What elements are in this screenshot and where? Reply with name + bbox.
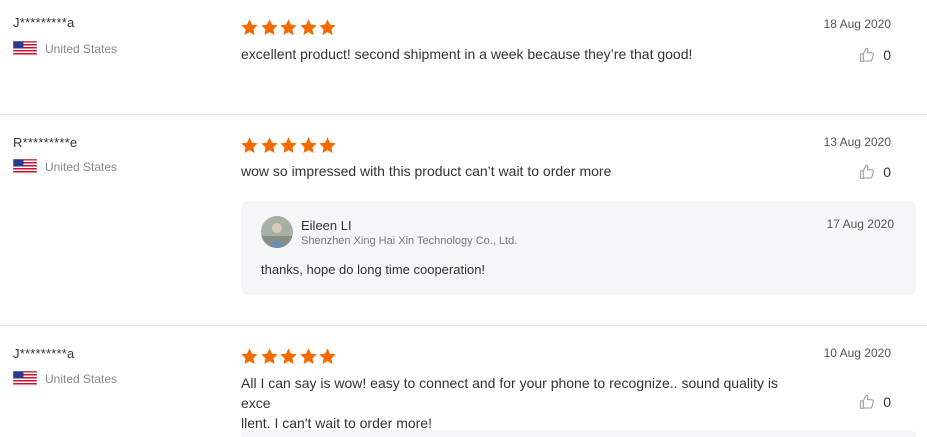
helpful-count: 0 (883, 47, 891, 63)
reviewer-name: J*********a (13, 15, 75, 30)
helpful-count: 0 (883, 394, 891, 410)
country-label: United States (45, 41, 118, 56)
helpful-button[interactable]: 0 (858, 393, 891, 411)
review-text: All I can say is wow! easy to connect an… (241, 373, 801, 433)
thumbs-up-icon (858, 46, 876, 64)
helpful-count: 0 (883, 164, 891, 180)
reviewer-country: United States (13, 371, 117, 386)
reply-text: thanks, hope do long time cooperation! (261, 262, 486, 277)
review-date: 13 Aug 2020 (823, 135, 891, 149)
star-icon (318, 347, 337, 366)
star-icon (299, 136, 318, 155)
star-rating (240, 18, 338, 37)
review-divider (0, 325, 927, 326)
review-divider (0, 114, 927, 115)
review-date: 10 Aug 2020 (823, 346, 891, 360)
star-icon (318, 18, 337, 37)
country-label: United States (45, 159, 118, 174)
star-icon (299, 347, 318, 366)
star-rating (240, 136, 338, 155)
thumbs-up-icon (858, 163, 876, 181)
reviewer-name: R*********e (13, 135, 78, 150)
star-icon (260, 347, 279, 366)
reply-date: 17 Aug 2020 (826, 217, 894, 231)
review-text: excellent product! second shipment in a … (241, 46, 693, 62)
reply-author-name: Eileen LI (301, 218, 352, 233)
star-icon (240, 347, 259, 366)
star-rating (240, 347, 338, 366)
star-icon (260, 18, 279, 37)
reviewer-country: United States (13, 159, 117, 174)
star-icon (279, 18, 298, 37)
star-icon (240, 136, 259, 155)
star-icon (240, 18, 259, 37)
star-icon (260, 136, 279, 155)
star-icon (279, 136, 298, 155)
thumbs-up-icon (858, 393, 876, 411)
helpful-button[interactable]: 0 (858, 163, 891, 181)
helpful-button[interactable]: 0 (858, 46, 891, 64)
review-text: wow so impressed with this product can’t… (241, 163, 612, 179)
us-flag-icon (13, 371, 37, 386)
avatar (261, 216, 293, 248)
seller-reply: Eileen LI Shenzhen Xing Hai Xin Technolo… (241, 201, 916, 295)
reply-company: Shenzhen Xing Hai Xin Technology Co., Lt… (301, 235, 518, 247)
country-label: United States (45, 371, 118, 386)
seller-reply (241, 430, 916, 437)
star-icon (318, 136, 337, 155)
star-icon (279, 347, 298, 366)
review-text-line: All I can say is wow! easy to connect an… (241, 375, 778, 411)
us-flag-icon (13, 41, 37, 56)
star-icon (299, 18, 318, 37)
reviewer-country: United States (13, 41, 117, 56)
reviewer-name: J*********a (13, 346, 75, 361)
us-flag-icon (13, 159, 37, 174)
review-date: 18 Aug 2020 (823, 17, 891, 31)
